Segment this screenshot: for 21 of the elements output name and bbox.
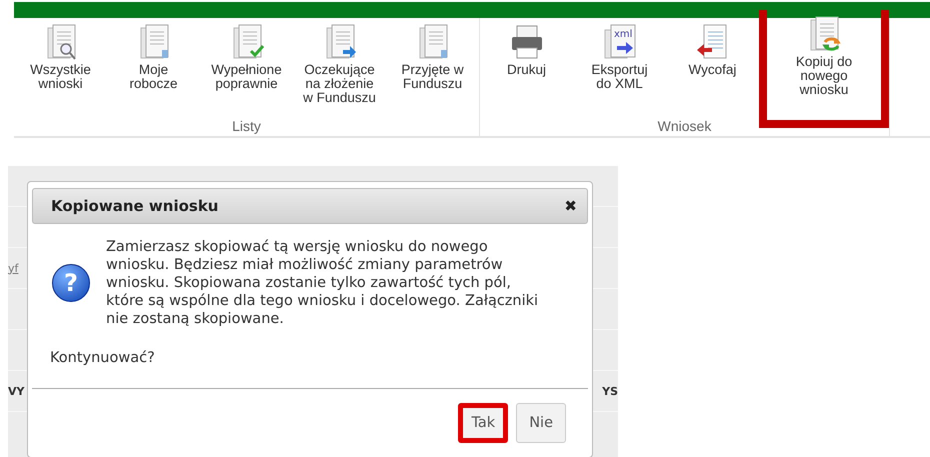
dialog-question: Kontynuować? (49, 349, 156, 366)
ribbon-button[interactable]: Wypełnione poprawnie (200, 24, 293, 116)
dialog-title: Kopiowane wniosku (51, 197, 218, 215)
dialog-message: Zamierzasz skopiować tą wersję wniosku do nowego wniosku. Będziesz miał możliwość zmiany parametrów wniosku. Skopiowana zostanie tylko zawartość tych pól, które są wspólne dla tego wniosku i docelowego. Załączniki nie zostaną skopiowane. (106, 238, 540, 328)
column-fragment: YS (602, 384, 618, 398)
ribbon-button[interactable]: Przyjęte w Funduszu (386, 24, 479, 116)
ribbon-button[interactable]: Oczekujące na złożenie w Funduszu (293, 24, 386, 116)
ribbon-button[interactable]: Wycofaj (666, 24, 759, 116)
group-label: Listy (231, 118, 262, 136)
ribbon-button[interactable]: Moje robocze (107, 24, 200, 116)
group-label: Wniosek (656, 118, 712, 136)
close-icon[interactable]: ✖ (564, 197, 577, 215)
ribbon-button[interactable]: Drukuj (480, 24, 573, 116)
question-icon: ? (52, 264, 90, 302)
column-fragment: VY (8, 384, 24, 398)
ribbon-button[interactable]: Wszystkie wnioski (14, 24, 107, 116)
dialog-button[interactable]: Nie (516, 403, 566, 443)
ribbon-button[interactable]: Kopiuj do nowego wniosku (759, 10, 889, 128)
ribbon-button[interactable]: xml Eksportuj do XML (573, 24, 666, 116)
dialog-button[interactable]: Tak (458, 403, 508, 443)
link-fragment[interactable]: yf (8, 262, 18, 274)
